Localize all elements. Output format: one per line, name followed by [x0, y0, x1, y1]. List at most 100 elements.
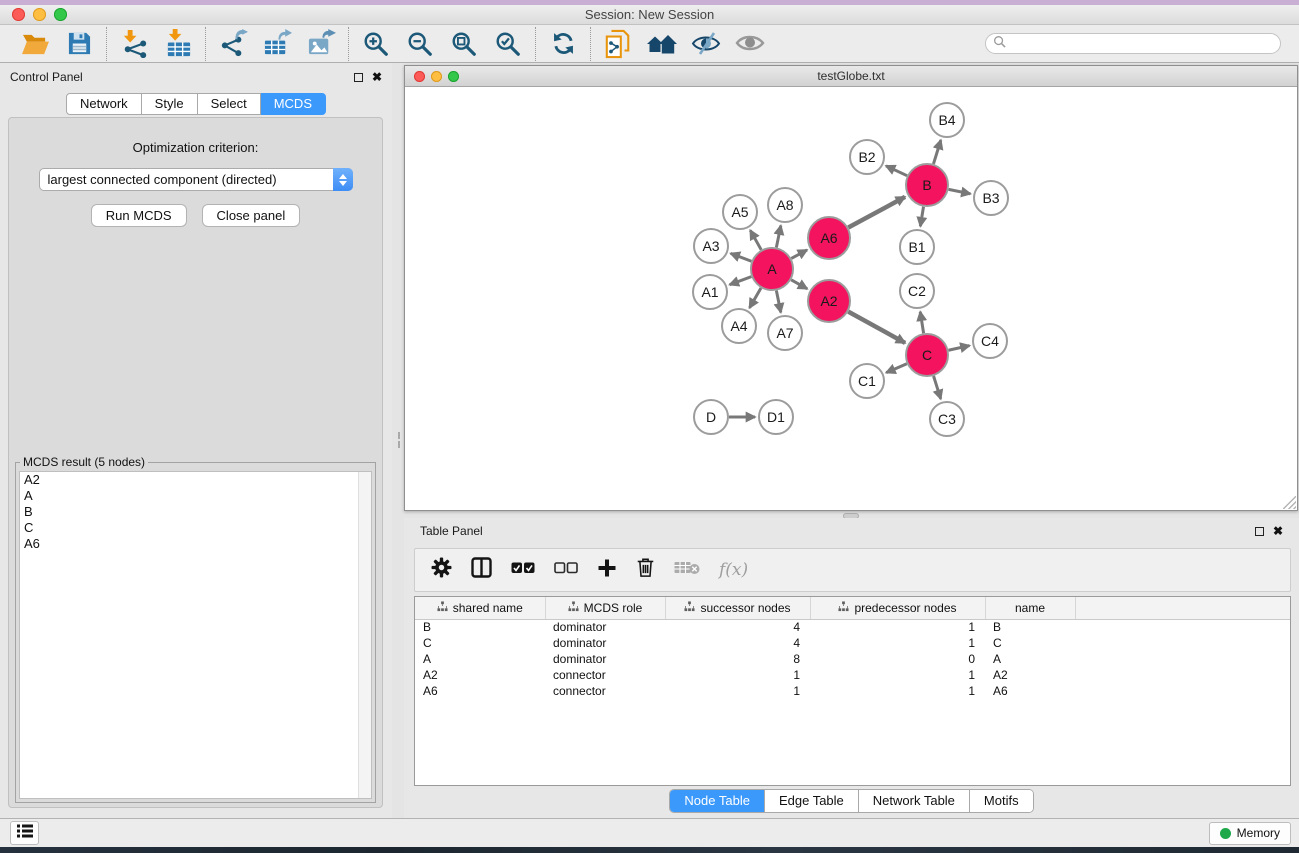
- tab-select[interactable]: Select: [198, 93, 261, 115]
- status-bar: Memory: [0, 818, 1299, 847]
- zoom-in-button[interactable]: [360, 28, 392, 60]
- graph-node-label-C1: C1: [858, 373, 876, 389]
- graph-edge-A-A8[interactable]: [776, 226, 780, 248]
- window-titlebar[interactable]: Session: New Session: [0, 5, 1299, 25]
- tab-edge-table[interactable]: Edge Table: [764, 790, 858, 812]
- open-folder-icon: [21, 31, 50, 56]
- table-settings-button[interactable]: [431, 555, 452, 585]
- tab-network-table[interactable]: Network Table: [858, 790, 969, 812]
- search-input[interactable]: [1010, 37, 1280, 51]
- table-row[interactable]: Bdominator41B: [415, 619, 1290, 635]
- graph-edge-A-A4[interactable]: [750, 288, 761, 308]
- mcds-result-item[interactable]: A: [20, 488, 371, 504]
- graph-edge-A-A5[interactable]: [750, 230, 761, 250]
- table-row[interactable]: Cdominator41C: [415, 635, 1290, 651]
- tab-motifs[interactable]: Motifs: [969, 790, 1033, 812]
- dropdown-stepper-icon: [333, 168, 353, 191]
- graph-edge-A-A7[interactable]: [776, 291, 780, 313]
- graph-edge-A2-C[interactable]: [848, 312, 905, 343]
- network-graph[interactable]: B4B2BB3A8A5A6A3B1AA1C2A2A4A7C4CC1DD1C3: [405, 87, 1297, 510]
- float-table-panel-icon[interactable]: [1255, 527, 1264, 536]
- float-panel-icon[interactable]: [354, 73, 363, 82]
- export-table-button[interactable]: [261, 28, 293, 60]
- table-row[interactable]: A6connector11A6: [415, 683, 1290, 699]
- graph-edge-B-B2[interactable]: [886, 166, 907, 176]
- import-network-button[interactable]: [118, 28, 150, 60]
- graph-edge-C-C2[interactable]: [920, 312, 923, 334]
- home-neighbors-button[interactable]: [646, 28, 678, 60]
- zoom-fit-button[interactable]: [448, 28, 480, 60]
- graph-edge-C-C4[interactable]: [948, 346, 969, 351]
- eye-slash-icon: [691, 31, 721, 56]
- mcds-result-item[interactable]: C: [20, 520, 371, 536]
- graph-node-label-B4: B4: [938, 112, 955, 128]
- vertical-splitter-handle[interactable]: [395, 430, 403, 452]
- column-header[interactable]: predecessor nodes: [810, 597, 985, 619]
- delete-columns-button[interactable]: [636, 555, 655, 585]
- zoom-selected-button[interactable]: [492, 28, 524, 60]
- function-builder-button[interactable]: f(x): [719, 555, 748, 585]
- graph-edge-A-A2[interactable]: [791, 280, 807, 289]
- delete-table-button[interactable]: [674, 555, 700, 585]
- graph-edge-C-C1[interactable]: [886, 364, 907, 373]
- refresh-button[interactable]: [547, 28, 579, 60]
- close-table-panel-icon[interactable]: ✖: [1273, 525, 1283, 537]
- column-header[interactable]: successor nodes: [665, 597, 810, 619]
- memory-button[interactable]: Memory: [1209, 822, 1291, 845]
- mcds-result-list[interactable]: A2ABCA6: [19, 471, 372, 799]
- unselect-all-button[interactable]: [554, 555, 578, 585]
- tab-node-table[interactable]: Node Table: [670, 790, 764, 812]
- graph-edge-A6-B[interactable]: [848, 197, 905, 228]
- mcds-result-item[interactable]: B: [20, 504, 371, 520]
- criterion-dropdown[interactable]: largest connected component (directed): [39, 168, 353, 191]
- graph-edge-A-A6[interactable]: [791, 250, 807, 259]
- table-toolbar: f(x): [414, 548, 1291, 592]
- zoom-out-button[interactable]: [404, 28, 436, 60]
- close-panel-icon[interactable]: ✖: [372, 71, 382, 83]
- save-session-button[interactable]: [63, 28, 95, 60]
- graph-node-label-B1: B1: [908, 239, 925, 255]
- select-all-button[interactable]: [511, 555, 535, 585]
- column-header[interactable]: name: [985, 597, 1075, 619]
- mcds-result-item[interactable]: A2: [20, 472, 371, 488]
- tab-mcds[interactable]: MCDS: [261, 93, 326, 115]
- tab-style[interactable]: Style: [142, 93, 198, 115]
- table-row[interactable]: A2connector11A2: [415, 667, 1290, 683]
- show-columns-button[interactable]: [471, 555, 492, 585]
- network-canvas[interactable]: B4B2BB3A8A5A6A3B1AA1C2A2A4A7C4CC1DD1C3: [405, 87, 1297, 510]
- column-header[interactable]: shared name: [415, 597, 545, 619]
- open-file-button[interactable]: [19, 28, 51, 60]
- table-panel-tabs: Node Table Edge Table Network Table Moti…: [404, 789, 1299, 813]
- add-column-button[interactable]: [597, 555, 617, 585]
- graph-node-label-A4: A4: [730, 318, 747, 334]
- graph-edge-B-B4[interactable]: [933, 140, 940, 164]
- search-field[interactable]: [985, 33, 1281, 54]
- tab-network[interactable]: Network: [66, 93, 142, 115]
- unchecked-boxes-icon: [554, 561, 578, 579]
- graph-edge-B-B3[interactable]: [949, 189, 971, 193]
- export-image-button[interactable]: [305, 28, 337, 60]
- network-window-titlebar[interactable]: testGlobe.txt: [405, 66, 1297, 87]
- mcds-result-item[interactable]: A6: [20, 536, 371, 552]
- clone-network-icon: [604, 29, 632, 59]
- graph-edge-C-C3[interactable]: [934, 376, 941, 399]
- mcds-list-scrollbar[interactable]: [358, 472, 371, 798]
- import-table-button[interactable]: [162, 28, 194, 60]
- graph-edge-A-A1[interactable]: [730, 277, 752, 285]
- graph-edge-A-A3[interactable]: [731, 253, 752, 261]
- task-history-button[interactable]: [10, 821, 39, 845]
- tree-icon: [838, 601, 849, 615]
- column-header[interactable]: MCDS role: [545, 597, 665, 619]
- export-network-button[interactable]: [217, 28, 249, 60]
- close-panel-button[interactable]: Close panel: [202, 204, 301, 227]
- memory-label: Memory: [1237, 826, 1280, 840]
- show-eye-button[interactable]: [734, 28, 766, 60]
- run-mcds-button[interactable]: Run MCDS: [91, 204, 187, 227]
- graph-edge-B-B1[interactable]: [920, 207, 923, 227]
- table-row[interactable]: Adominator80A: [415, 651, 1290, 667]
- node-table-body: Bdominator41BCdominator41CAdominator80AA…: [415, 619, 1290, 699]
- clone-network-button[interactable]: [602, 28, 634, 60]
- window-resize-grip[interactable]: [1283, 496, 1296, 509]
- refresh-icon: [550, 30, 577, 57]
- hide-graphics-details-button[interactable]: [690, 28, 722, 60]
